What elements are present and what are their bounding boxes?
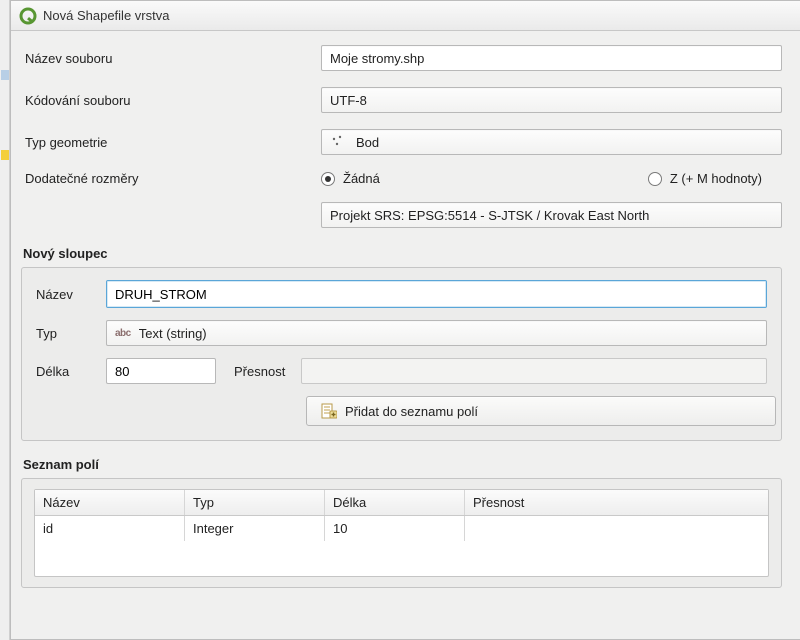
fields-table[interactable]: Název Typ Délka Přesnost id Integer 10 [34,489,769,577]
titlebar: Nová Shapefile vrstva [11,1,800,31]
radio-dims-none[interactable]: Žádná [321,171,380,186]
combo-geometry-value: Bod [356,135,379,150]
row-geometry: Typ geometrie Bod [21,129,782,155]
radio-dims-z[interactable]: Z (+ M hodnoty) [648,171,782,186]
input-filename[interactable] [321,45,782,71]
row-crs: Projekt SRS: EPSG:5514 - S-JTSK / Krovak… [21,202,782,228]
combo-encoding[interactable]: UTF-8 [321,87,782,113]
add-field-button[interactable]: Přidat do seznamu polí [306,396,776,426]
group-newfield: Nový sloupec Název Typ abc Text (string)… [21,244,782,441]
input-newfield-name[interactable] [106,280,767,308]
add-field-button-label: Přidat do seznamu polí [345,404,478,419]
add-to-list-icon [321,403,337,419]
combo-geometry[interactable]: Bod [321,129,782,155]
combo-newfield-type-value: Text (string) [139,326,207,341]
group-fieldlist-title: Seznam polí [21,455,782,478]
label-geometry: Typ geometrie [21,135,321,150]
group-fieldlist: Seznam polí Název Typ Délka Přesnost id … [21,455,782,588]
group-newfield-title: Nový sloupec [21,244,782,267]
radio-dims-none-label: Žádná [343,171,380,186]
th-length[interactable]: Délka [325,490,465,515]
left-sliver [0,0,10,640]
row-dims: Dodatečné rozměry Žádná Z (+ M hodnoty) [21,171,782,186]
label-newfield-name: Název [36,287,98,302]
qgis-icon [19,7,37,25]
radio-dims-z-label: Z (+ M hodnoty) [670,171,762,186]
row-newfield-type: Typ abc Text (string) [36,320,767,346]
combo-crs[interactable]: Projekt SRS: EPSG:5514 - S-JTSK / Krovak… [321,202,782,228]
label-encoding: Kódování souboru [21,93,321,108]
td-type: Integer [185,516,325,541]
table-row[interactable]: id Integer 10 [35,516,768,541]
combo-newfield-type[interactable]: abc Text (string) [106,320,767,346]
text-type-icon: abc [115,328,131,339]
table-header-row: Název Typ Délka Přesnost [35,490,768,516]
dialog-title: Nová Shapefile vrstva [43,8,169,23]
radio-icon [648,172,662,186]
input-newfield-precision [301,358,767,384]
th-type[interactable]: Typ [185,490,325,515]
row-newfield-length: Délka Přesnost [36,358,767,384]
row-newfield-name: Název [36,280,767,308]
radio-icon [321,172,335,186]
input-newfield-length[interactable] [106,358,216,384]
label-newfield-type: Typ [36,326,98,341]
row-encoding: Kódování souboru UTF-8 [21,87,782,113]
combo-encoding-value: UTF-8 [330,93,367,108]
label-newfield-precision: Přesnost [234,364,285,379]
label-filename: Název souboru [21,51,321,66]
label-newfield-length: Délka [36,364,98,379]
td-precision [465,516,768,541]
th-precision[interactable]: Přesnost [465,490,768,515]
td-name: id [35,516,185,541]
row-filename: Název souboru [21,45,782,71]
label-dims: Dodatečné rozměry [21,171,321,186]
th-name[interactable]: Název [35,490,185,515]
td-length: 10 [325,516,465,541]
dialog-window: Nová Shapefile vrstva Název souboru Kódo… [10,0,800,640]
point-icon [330,133,348,151]
dialog-content: Název souboru Kódování souboru UTF-8 Typ… [11,31,800,588]
combo-crs-value: Projekt SRS: EPSG:5514 - S-JTSK / Krovak… [330,208,649,223]
